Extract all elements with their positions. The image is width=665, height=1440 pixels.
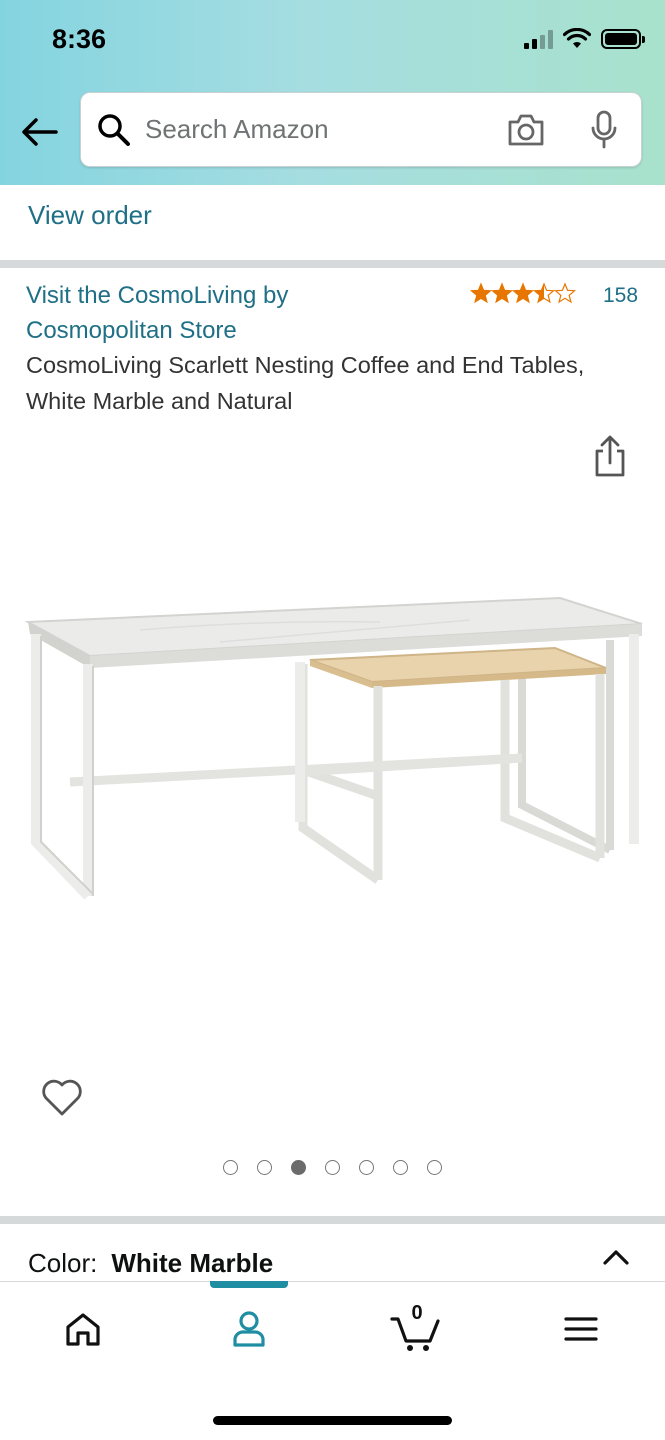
home-icon [66,1313,100,1346]
color-value: White Marble [111,1248,274,1278]
carousel-dot[interactable] [325,1160,340,1175]
microphone-icon[interactable] [589,110,619,150]
carousel-dot[interactable] [359,1160,374,1175]
section-divider [0,260,665,268]
carousel-dot-active[interactable] [291,1160,306,1175]
nesting-tables-photo [24,596,643,900]
share-icon [595,435,625,477]
section-divider [0,1216,665,1224]
share-button[interactable] [590,433,630,479]
app-header: 8:36 [0,0,665,185]
hamburger-menu-icon [564,1317,598,1341]
nav-home[interactable] [58,1304,108,1354]
collapse-button[interactable] [600,1246,632,1270]
view-order-link[interactable]: View order [28,200,152,231]
search-bar[interactable] [80,92,642,167]
cart-count-badge: 0 [411,1302,423,1324]
carousel-dot[interactable] [223,1160,238,1175]
heart-icon [42,1079,82,1116]
account-icon [233,1311,265,1347]
chevron-up-icon [603,1250,629,1265]
battery-icon [601,29,645,49]
status-time: 8:36 [52,24,107,54]
back-arrow-icon [22,118,58,146]
search-input[interactable] [145,114,475,145]
product-image[interactable] [0,560,665,980]
carousel-dot[interactable] [427,1160,442,1175]
store-link[interactable]: Visit the CosmoLiving by Cosmopolitan St… [26,278,426,348]
cellular-signal-icon [524,29,553,49]
nav-account[interactable] [224,1304,274,1354]
carousel-dot[interactable] [257,1160,272,1175]
back-button[interactable] [18,110,62,154]
color-selector[interactable]: Color: White Marble [28,1248,273,1279]
search-icon [98,113,130,146]
wifi-icon [563,28,591,48]
nav-cart[interactable]: 0 [390,1302,444,1354]
status-icons [524,28,645,50]
home-indicator-bar [213,1416,452,1425]
rating-count[interactable]: 158 [603,284,638,308]
carousel-dot[interactable] [393,1160,408,1175]
color-label: Color: [28,1248,98,1278]
rating-stars-icon [470,283,576,303]
nav-menu[interactable] [556,1304,606,1354]
product-title: CosmoLiving Scarlett Nesting Coffee and … [26,352,585,414]
active-tab-indicator [210,1281,288,1288]
image-carousel-dots[interactable] [0,1160,665,1175]
star-rating[interactable] [470,282,578,304]
camera-icon[interactable] [506,112,546,148]
wishlist-button[interactable] [40,1076,84,1118]
